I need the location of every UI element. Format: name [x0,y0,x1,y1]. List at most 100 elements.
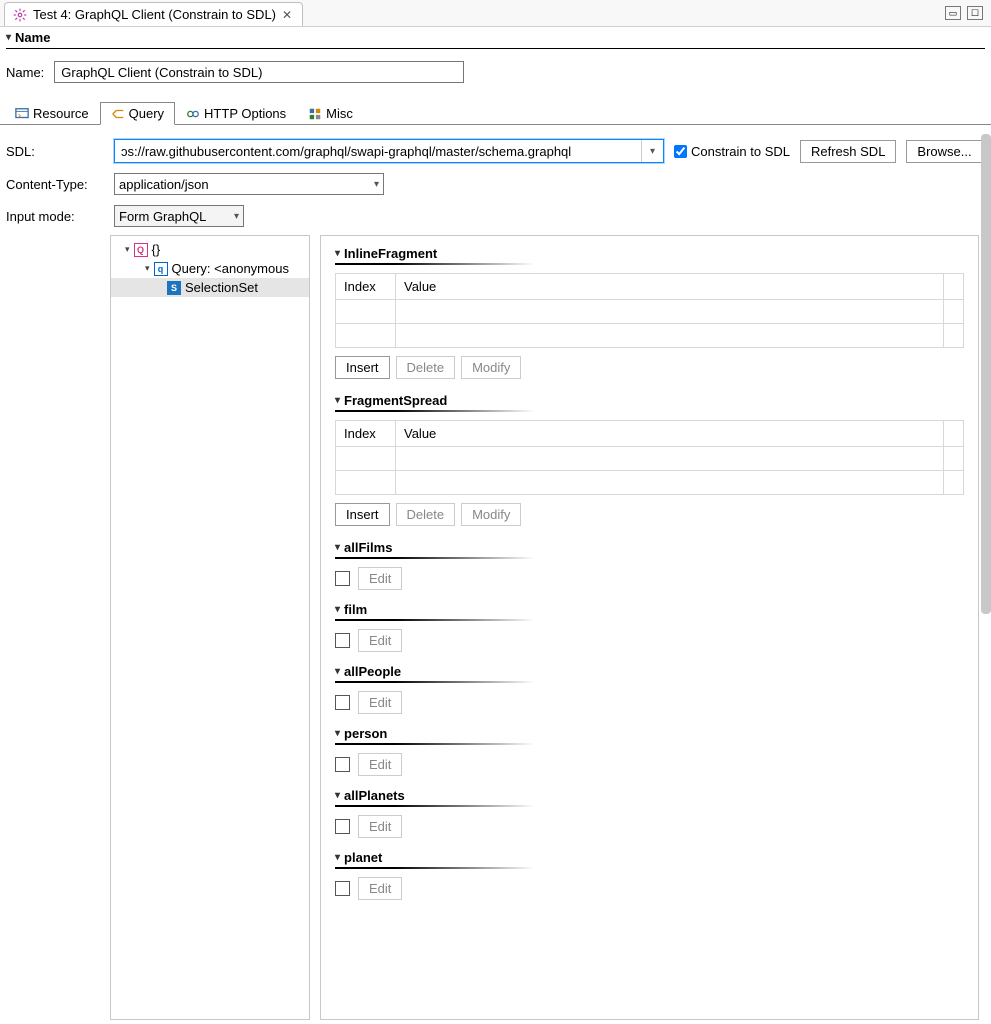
chevron-down-icon: ▾ [335,790,340,801]
field-allPlanets-header[interactable]: ▾ allPlanets [335,788,964,803]
table-row[interactable] [336,447,964,471]
column-value: Value [396,274,944,300]
column-spacer [944,421,964,447]
chevron-down-icon: ▾ [125,244,130,255]
chevron-down-icon: ▾ [6,32,11,43]
field-allPeople-header[interactable]: ▾ allPeople [335,664,964,679]
chevron-down-icon: ▾ [335,395,340,406]
content-type-label: Content-Type: [6,177,114,192]
editor-tab-active[interactable]: Test 4: GraphQL Client (Constrain to SDL… [4,2,303,26]
chevron-down-icon[interactable]: ▾ [641,140,663,162]
tree-root[interactable]: ▾ Q {} [111,240,309,259]
constrain-checkbox-input[interactable] [674,145,687,158]
chevron-down-icon: ▾ [335,728,340,739]
delete-button: Delete [396,503,456,526]
tab-http-options[interactable]: HTTP Options [175,102,297,124]
input-mode-combobox[interactable]: Form GraphQL ▾ [114,205,244,227]
constrain-label: Constrain to SDL [691,144,790,159]
field-film-checkbox[interactable] [335,633,350,648]
tab-misc-label: Misc [326,106,353,121]
editor-tab-title: Test 4: GraphQL Client (Constrain to SDL… [33,7,276,22]
insert-button[interactable]: Insert [335,356,390,379]
content-type-value: application/json [119,177,209,192]
editor-tab-bar: Test 4: GraphQL Client (Constrain to SDL… [0,0,991,27]
column-index: Index [336,274,396,300]
tab-query-label: Query [129,106,164,121]
selectionset-detail-panel: ▾ InlineFragment Index Value Insert Dele… [320,235,979,1020]
http-options-icon [186,107,200,121]
field-planet-header[interactable]: ▾ planet [335,850,964,865]
field-allFilms-checkbox[interactable] [335,571,350,586]
tab-http-label: HTTP Options [204,106,286,121]
tab-query[interactable]: Query [100,102,175,125]
selectionset-node-icon: S [167,281,181,295]
input-mode-label: Input mode: [6,209,114,224]
sdl-combobox[interactable]: ▾ [114,139,664,163]
field-allPlanets-checkbox[interactable] [335,819,350,834]
name-label: Name: [6,65,44,80]
tree-query-node[interactable]: ▾ q Query: <anonymous [111,259,309,278]
field-person-header[interactable]: ▾ person [335,726,964,741]
tab-misc[interactable]: Misc [297,102,364,124]
field-person-checkbox[interactable] [335,757,350,772]
field-title: film [344,602,367,617]
table-row[interactable] [336,471,964,495]
column-index: Index [336,421,396,447]
inlinefragment-header[interactable]: ▾ InlineFragment [335,246,964,261]
browse-button[interactable]: Browse... [906,140,982,163]
minimize-button[interactable]: ▭ [945,6,961,20]
fragmentspread-title: FragmentSpread [344,393,447,408]
inlinefragment-title: InlineFragment [344,246,437,261]
edit-button: Edit [358,877,402,900]
scrollbar[interactable] [981,134,991,614]
chevron-down-icon: ▾ [335,666,340,677]
chevron-down-icon: ▾ [374,179,379,190]
edit-button: Edit [358,753,402,776]
chevron-down-icon: ▾ [145,263,150,274]
edit-button: Edit [358,815,402,838]
name-input[interactable] [54,61,464,83]
document-node-icon: Q [134,243,148,257]
fragmentspread-header[interactable]: ▾ FragmentSpread [335,393,964,408]
constrain-to-sdl-checkbox[interactable]: Constrain to SDL [674,144,790,159]
field-title: planet [344,850,382,865]
insert-button[interactable]: Insert [335,503,390,526]
name-section-header[interactable]: ▾ Name [0,27,991,48]
edit-button: Edit [358,629,402,652]
resource-icon [15,107,29,121]
input-mode-value: Form GraphQL [119,209,206,224]
fragmentspread-table[interactable]: Index Value [335,420,964,495]
field-allFilms-header[interactable]: ▾allFilms [335,540,964,555]
field-title: allPlanets [344,788,405,803]
modify-button: Modify [461,503,521,526]
tree-selectionset-label: SelectionSet [185,280,258,295]
content-type-combobox[interactable]: application/json ▾ [114,173,384,195]
sdl-label: SDL: [6,144,114,159]
table-row[interactable] [336,324,964,348]
field-title: person [344,726,387,741]
refresh-sdl-button[interactable]: Refresh SDL [800,140,896,163]
misc-icon [308,107,322,121]
chevron-down-icon: ▾ [335,852,340,863]
gear-icon [13,8,27,22]
edit-button: Edit [358,691,402,714]
field-allPeople-checkbox[interactable] [335,695,350,710]
tab-resource[interactable]: Resource [4,102,100,124]
close-icon[interactable]: ✕ [282,8,292,22]
table-row[interactable] [336,300,964,324]
name-heading: Name [15,30,50,45]
maximize-button[interactable]: ☐ [967,6,983,20]
query-tree[interactable]: ▾ Q {} ▾ q Query: <anonymous S Selection… [110,235,310,1020]
field-planet-checkbox[interactable] [335,881,350,896]
edit-button: Edit [358,567,402,590]
column-value: Value [396,421,944,447]
delete-button: Delete [396,356,456,379]
modify-button: Modify [461,356,521,379]
sdl-input[interactable] [115,140,641,162]
inlinefragment-table[interactable]: Index Value [335,273,964,348]
chevron-down-icon: ▾ [335,248,340,259]
field-film-header[interactable]: ▾film [335,602,964,617]
column-spacer [944,274,964,300]
tree-selectionset-node[interactable]: S SelectionSet [111,278,309,297]
field-title: allPeople [344,664,401,679]
